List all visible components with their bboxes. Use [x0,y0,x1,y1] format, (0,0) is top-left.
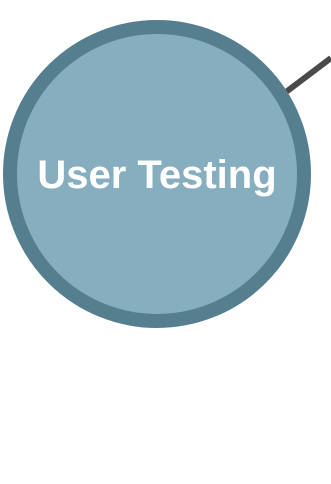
user-testing-node[interactable] [3,20,311,328]
connector-line [284,55,331,95]
diagram-canvas: User Testing [0,0,331,484]
diagram-svg [3,20,331,328]
